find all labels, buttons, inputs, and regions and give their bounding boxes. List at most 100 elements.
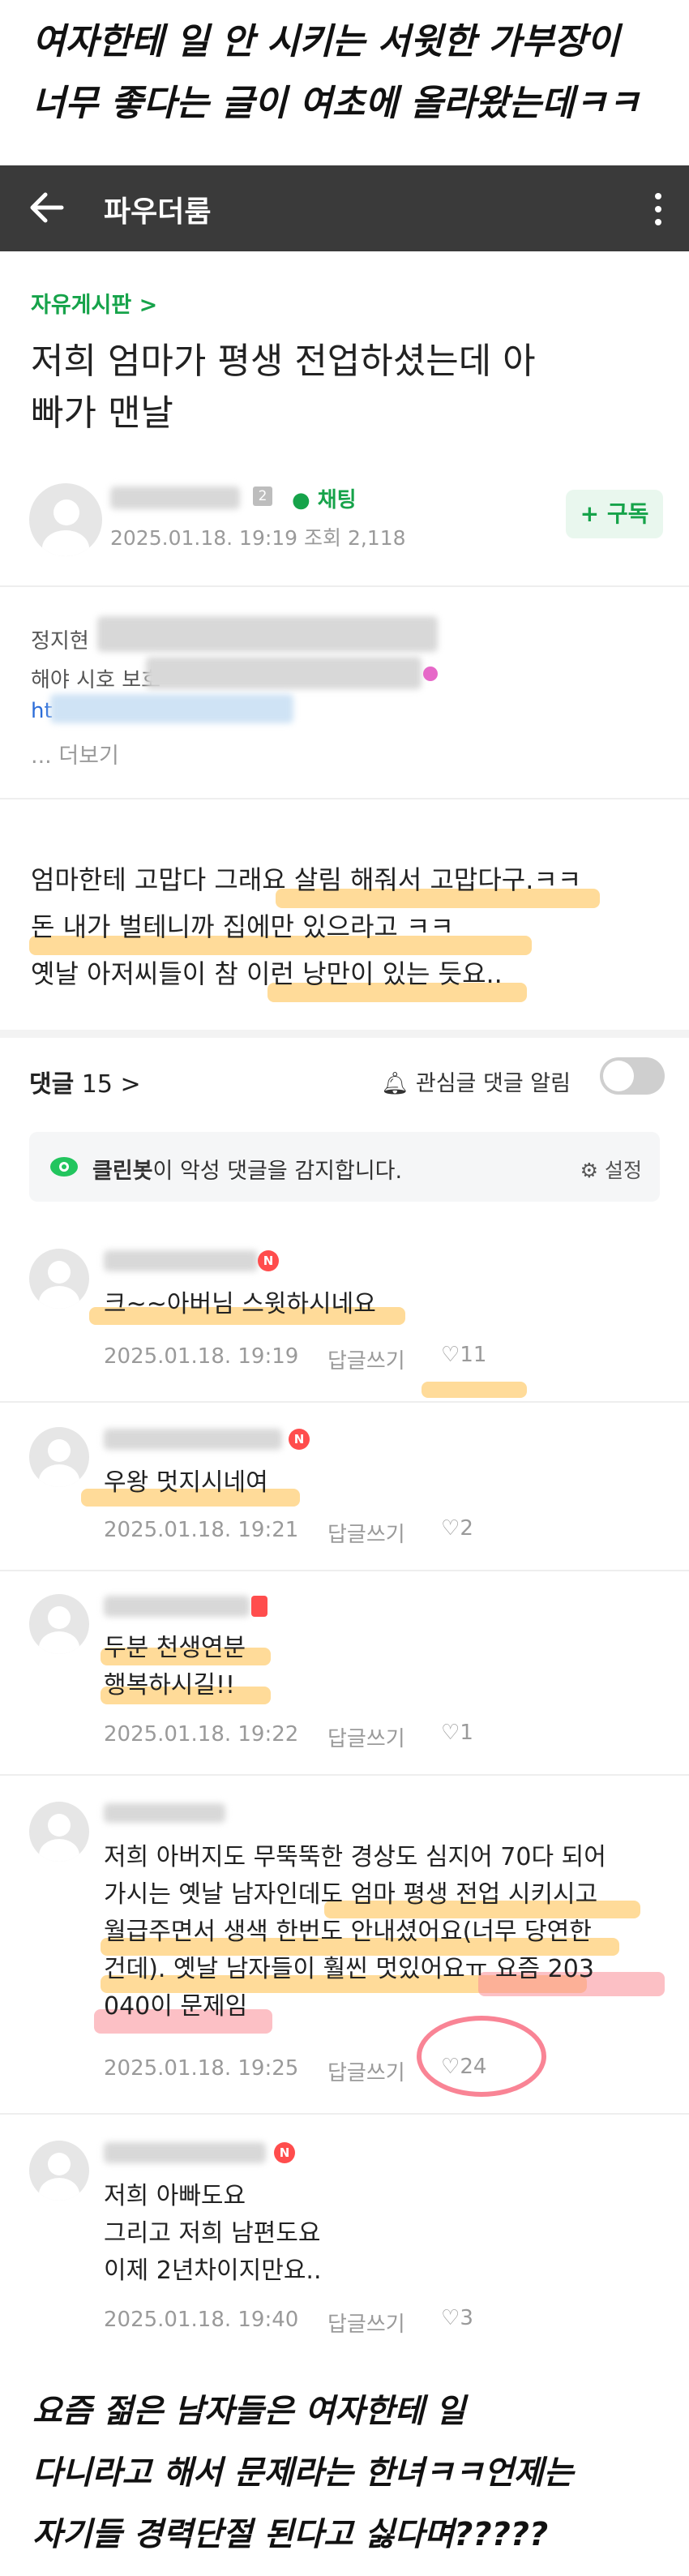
cleanbot-description: 이 악성 댓글을 감지합니다. — [152, 1159, 403, 1184]
level-badge: 2 — [253, 486, 272, 506]
board-link[interactable]: 자유게시판 > — [31, 287, 157, 319]
chevron-right-icon: > — [120, 1070, 141, 1099]
divider — [0, 1401, 689, 1403]
chat-label: 채팅 — [317, 488, 357, 512]
comment-avatar[interactable] — [29, 2141, 89, 2201]
comment-avatar[interactable] — [29, 1249, 89, 1309]
like-count: 3 — [460, 2306, 473, 2330]
preview-emoji-dot — [423, 667, 438, 681]
caption-bottom: 요즘 젊은 남자들은 여자한테 일 다니라고 해서 문제라는 한녀ㅋㅋ언제는 자… — [0, 2381, 689, 2565]
more-vertical-icon[interactable] — [648, 186, 668, 232]
preview-partial-2: 해야 시호 보호 — [31, 668, 161, 692]
caption-bottom-line1: 요즘 젊은 남자들은 여자한테 일 — [32, 2393, 466, 2430]
comments-header[interactable]: 댓글 15 > — [29, 1064, 141, 1099]
comment-avatar[interactable] — [29, 1802, 89, 1862]
comment-date: 2025.01.18. 19:22 — [104, 1722, 299, 1747]
new-badge: N — [258, 1250, 279, 1271]
divider — [0, 798, 689, 799]
comment-date: 2025.01.18. 19:19 — [104, 1344, 299, 1369]
comment-alert: 🔔︎ 관심글 댓글 알림 — [381, 1065, 571, 1097]
commenter-name-blurred — [104, 1596, 250, 1617]
like-count: 2 — [460, 1516, 473, 1541]
reply-button[interactable]: 답글쓰기 — [327, 1722, 405, 1752]
comment-avatar[interactable] — [29, 1594, 89, 1654]
comments-count: 15 — [81, 1070, 113, 1099]
app-title: 파우더룸 — [104, 195, 212, 229]
like-button[interactable]: ♡2 — [441, 1516, 473, 1541]
divider — [0, 1570, 689, 1571]
comment-line: 040이 문제임 — [104, 1992, 248, 2021]
preview-blur-1 — [97, 616, 438, 652]
commenter-name-blurred — [104, 1429, 282, 1450]
chat-bubble-icon: ● — [292, 488, 310, 512]
post-body-line2: 돈 내가 벌테니까 집에만 있으라고 ㅋㅋ — [31, 911, 454, 942]
back-arrow-icon[interactable] — [24, 185, 70, 230]
cleanbot-settings[interactable]: ⚙ 설정 — [580, 1155, 642, 1184]
like-button[interactable]: ♡11 — [441, 1343, 486, 1367]
reply-button[interactable]: 답글쓰기 — [327, 1518, 405, 1548]
reply-button[interactable]: 답글쓰기 — [327, 2056, 405, 2086]
cleanbot-text: 클린봇이 악성 댓글을 감지합니다. — [92, 1153, 402, 1185]
gear-icon: ⚙ — [580, 1159, 599, 1182]
like-button[interactable]: ♡1 — [441, 1721, 473, 1745]
divider — [0, 1774, 689, 1776]
comment-date: 2025.01.18. 19:21 — [104, 1518, 299, 1542]
highlight-mark — [422, 1382, 527, 1398]
comment-line: 우왕 멋지시네여 — [104, 1468, 268, 1497]
reply-button[interactable]: 답글쓰기 — [327, 1344, 405, 1374]
post-body-line3: 옛날 아저씨들이 참 이런 낭만이 있는 듯요.. — [31, 958, 503, 989]
caption-bottom-line3: 자기들 경력단절 된다고 싫다며????? — [32, 2516, 549, 2553]
pink-circle-annotation — [417, 2016, 546, 2097]
comment-text: 저희 아버지도 무뚝뚝한 경상도 심지어 70다 되어 가시는 옛날 남자인데도… — [104, 1839, 606, 2025]
like-button[interactable]: ♡3 — [441, 2306, 473, 2330]
like-count: 11 — [460, 1343, 487, 1367]
comments-label: 댓글 — [29, 1070, 75, 1099]
comment-line: 건데). 옛날 남자들이 훨씬 멋있어요ㅠ 요즘 203 — [104, 1955, 594, 1983]
post-title-line1: 저희 엄마가 평생 전업하셨는데 아 — [31, 341, 536, 382]
caption-bottom-line2: 다니라고 해서 문제라는 한녀ㅋㅋ언제는 — [32, 2454, 574, 2492]
subscribe-button[interactable]: + 구독 — [566, 490, 663, 538]
preview-partial: 정지현 — [31, 629, 89, 654]
heart-icon: ♡ — [441, 2306, 460, 2330]
post-body: 엄마한테 고맙다 그래요 살림 해줘서 고맙다구.ㅋㅋ 돈 내가 벌테니까 집에… — [31, 856, 581, 997]
comment-text: 두분 천생연분 행복하시길!! — [104, 1630, 246, 1704]
like-count: 1 — [460, 1721, 473, 1745]
divider — [0, 2113, 689, 2115]
divider — [0, 585, 689, 587]
app-bar: 파우더룸 — [0, 165, 689, 251]
bell-icon: 🔔︎ — [381, 1071, 409, 1096]
heart-icon: ♡ — [441, 1343, 460, 1367]
comment-avatar[interactable] — [29, 1427, 89, 1487]
author-name-blurred — [110, 486, 240, 509]
comment-alert-toggle[interactable] — [600, 1057, 665, 1095]
preview-link[interactable]: ht — [31, 699, 53, 723]
cleanbot-name: 클린봇 — [92, 1159, 153, 1184]
cleanbot-banner: 클린봇이 악성 댓글을 감지합니다. ⚙ 설정 — [29, 1132, 660, 1202]
reply-button[interactable]: 답글쓰기 — [327, 2308, 405, 2338]
heart-icon: ♡ — [441, 1516, 460, 1541]
comment-line: 행복하시길!! — [104, 1671, 236, 1699]
section-divider — [0, 1030, 689, 1038]
more-link[interactable]: ... 더보기 — [31, 738, 119, 769]
commenter-name-blurred — [104, 2142, 266, 2163]
post-title: 저희 엄마가 평생 전업하셨는데 아 빠가 맨날 — [31, 336, 536, 439]
comment-line: 저희 아버지도 무뚝뚝한 경상도 심지어 70다 되어 — [104, 1843, 606, 1871]
preview-blur-2 — [146, 657, 422, 689]
comment-text: 우왕 멋지시네여 — [104, 1464, 268, 1502]
chat-button[interactable]: ● 채팅 — [292, 483, 357, 513]
post-body-line1: 엄마한테 고맙다 그래요 살림 해줘서 고맙다구.ㅋㅋ — [31, 864, 582, 895]
comment-line: 가시는 옛날 남자인데도 엄마 평생 전업 시키시고 — [104, 1880, 598, 1909]
comment-text: 크~~아버님 스윗하시네요 — [104, 1286, 376, 1323]
caption-top-line2: 너무 좋다는 글이 여초에 올라왔는데ㅋㅋ — [32, 83, 640, 124]
cleanbot-settings-label: 설정 — [604, 1159, 642, 1182]
caption-top: 여자한테 일 안 시키는 서윗한 가부장이 너무 좋다는 글이 여초에 올라왔는… — [0, 11, 689, 135]
new-badge: N — [274, 2142, 295, 2163]
author-avatar[interactable] — [29, 483, 102, 556]
comment-line: 크~~아버님 스윗하시네요 — [104, 1290, 376, 1318]
new-badge: N — [289, 1429, 310, 1450]
comment-line: 저희 아빠도요 — [104, 2182, 246, 2210]
comment-line: 월급주면서 생색 한번도 안내셨어요(너무 당연한 — [104, 1918, 592, 1946]
cleanbot-eye-icon — [50, 1157, 78, 1177]
comment-line: 두분 천생연분 — [104, 1634, 246, 1662]
preview-blur-3 — [50, 694, 293, 723]
